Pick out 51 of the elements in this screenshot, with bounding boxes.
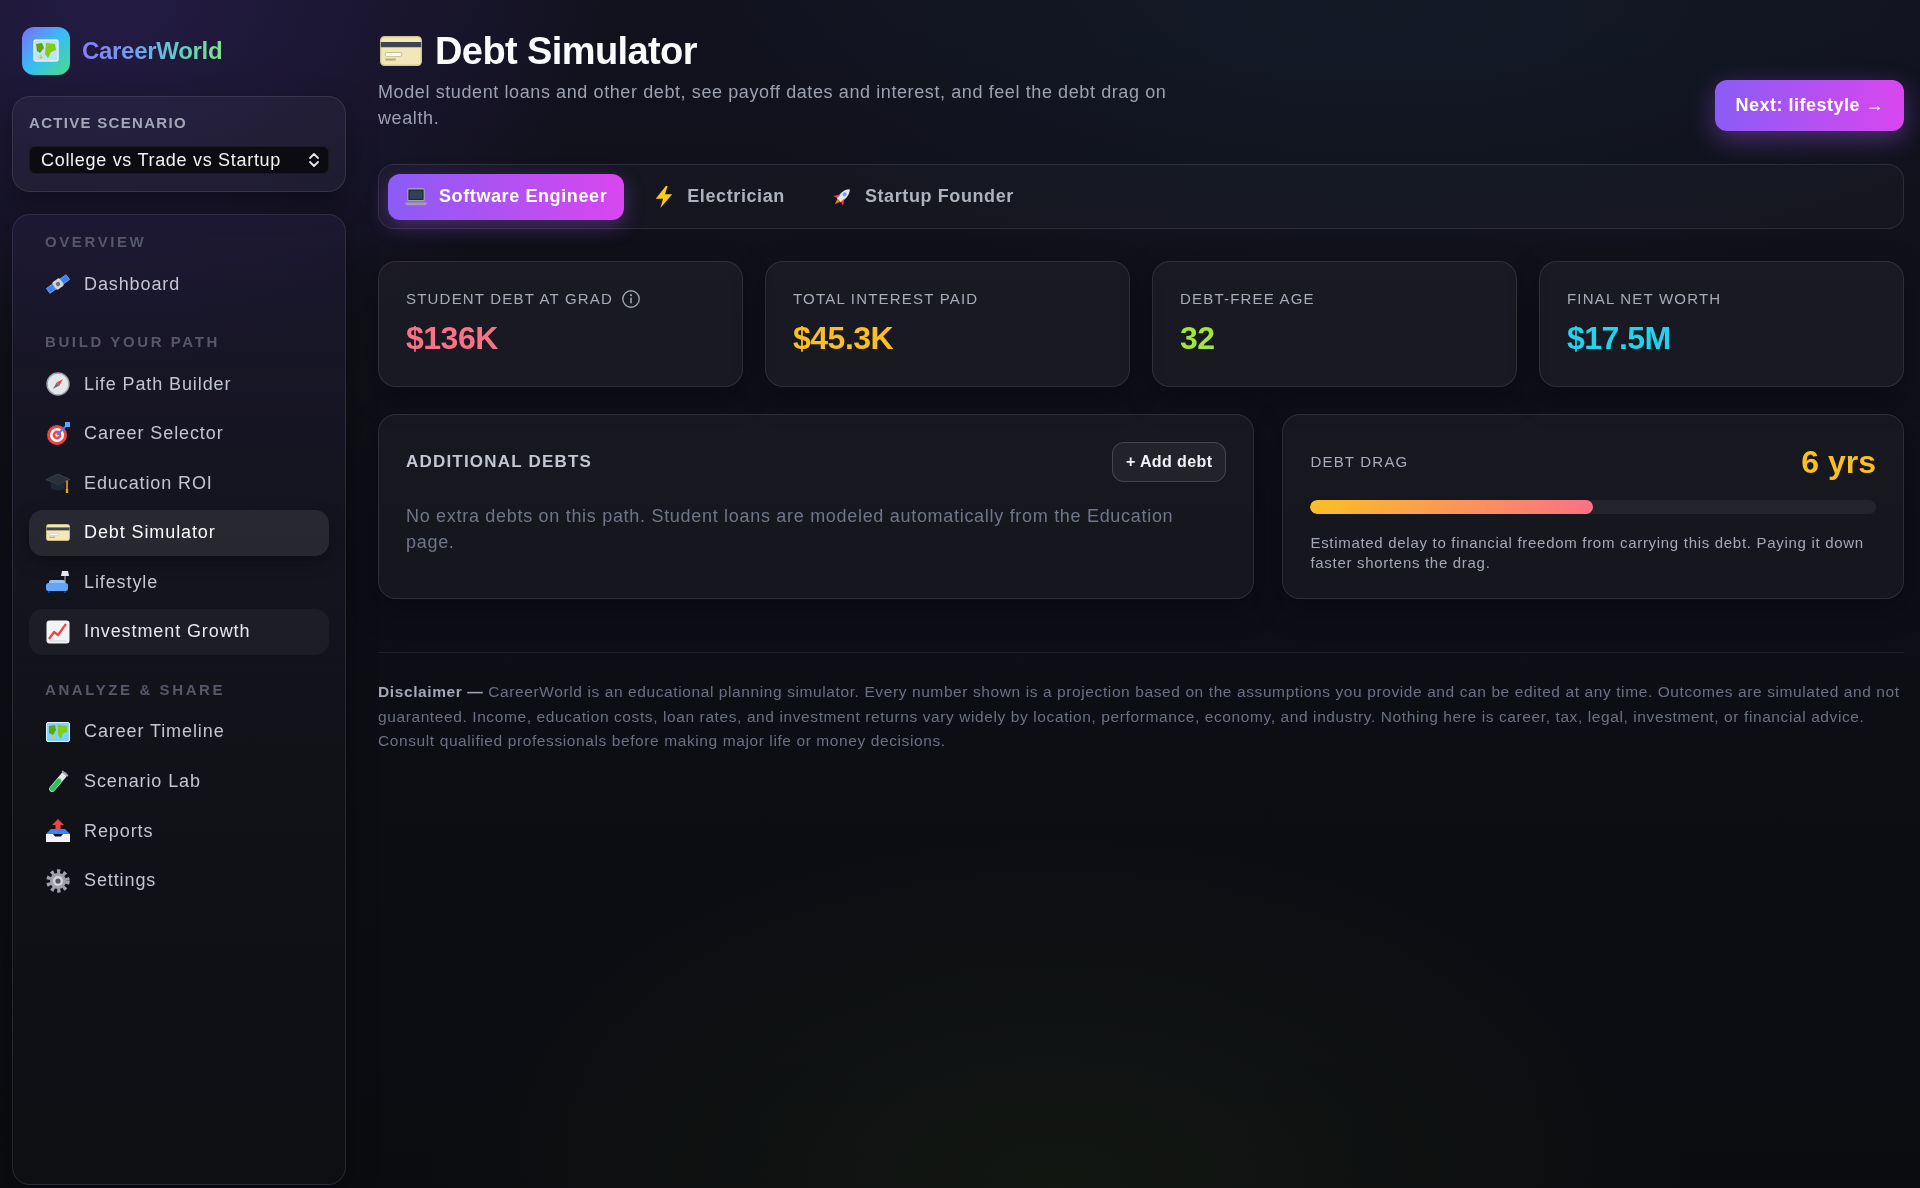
empty-state-text: No extra debts on this path. Student loans are modeled automatically from the Education page. <box>406 505 1175 554</box>
nav-heading: ANALYZE & SHARE <box>44 679 227 700</box>
nav-heading: OVERVIEW <box>44 232 148 252</box>
gear-icon <box>46 868 70 893</box>
stat-label: DEBT-FREE AGE <box>1180 289 1315 309</box>
graduation-cap-icon <box>46 471 70 496</box>
map-icon <box>46 719 70 744</box>
line-chart-icon <box>46 619 70 644</box>
laptop-icon <box>405 185 427 208</box>
page-subtitle: Model student loans and other debt, see payoff dates and interest, and feel the debt drag on wealth. <box>378 81 1168 130</box>
chevron-up-down-icon <box>308 152 320 168</box>
tab[interactable]: Startup Founder <box>813 173 1031 220</box>
nav-item[interactable]: Debt Simulator <box>29 509 329 556</box>
add-debt-button[interactable]: + Add debt <box>1111 442 1227 482</box>
nav-item[interactable]: Life Path Builder <box>29 361 329 407</box>
next-button[interactable]: Next: lifestyle → <box>1715 80 1904 131</box>
drag-reading: 6 yrs <box>1801 443 1876 481</box>
nav-item[interactable]: Career Timeline <box>29 708 329 755</box>
tray-upload-icon <box>46 819 70 844</box>
stat-value: $17.5M <box>1567 319 1672 357</box>
nav-item[interactable]: Settings <box>29 857 329 904</box>
nav-heading: BUILD YOUR PATH <box>44 332 221 352</box>
credit-card-icon <box>380 36 422 66</box>
section-title: ADDITIONAL DEBTS <box>406 452 593 472</box>
credit-card-icon <box>46 524 70 542</box>
compass-icon <box>46 372 70 396</box>
stat-label: STUDENT DEBT AT GRAD <box>406 289 614 309</box>
stat-value: $136K <box>406 319 499 357</box>
tab[interactable]: Electrician <box>636 173 802 220</box>
nav-item[interactable]: Scenario Lab <box>29 758 329 805</box>
nav-item[interactable]: Career Selector <box>29 410 329 457</box>
satellite-icon <box>46 272 70 296</box>
tab[interactable]: Software Engineer <box>388 173 625 220</box>
stat-value: 32 <box>1180 319 1216 357</box>
sofa-icon <box>46 570 70 595</box>
nav-item[interactable]: Education ROI <box>29 460 329 507</box>
stat-value: $45.3K <box>793 319 895 357</box>
stat-label: FINAL NET WORTH <box>1567 289 1722 309</box>
nav-item[interactable]: Lifestyle <box>29 559 329 606</box>
target-icon <box>46 421 70 446</box>
drag-note: Estimated delay to financial freedom from carrying this debt. Paying it down faster shortens the drag. <box>1310 533 1865 573</box>
nav-item[interactable]: Dashboard <box>29 261 329 307</box>
stat-label: DEBT DRAG <box>1310 452 1409 472</box>
page-title: Debt Simulator <box>435 29 697 74</box>
logo-icon <box>22 27 70 75</box>
stat-label: TOTAL INTEREST PAID <box>793 289 979 309</box>
scenario-label: ACTIVE SCENARIO <box>29 113 188 133</box>
nav-item[interactable]: Investment Growth <box>29 608 329 655</box>
scenario-select[interactable]: College vs Trade vs Startup <box>29 146 329 174</box>
nav-item[interactable]: Reports <box>29 808 329 855</box>
disclaimer-text: Disclaimer — CareerWorld is an educational planning simulator. Every number shown is a projection based on the assumptions you provide and can be edited at any time. Outcomes are simulated and not guaranteed. Income, education costs, loan rates, and investment returns vary widely by location, performance, economy, and industry. Nothing here is career, tax, legal, investment, or financial advice. Consult qualified professionals before making major life or money decisions. <box>378 682 1901 751</box>
